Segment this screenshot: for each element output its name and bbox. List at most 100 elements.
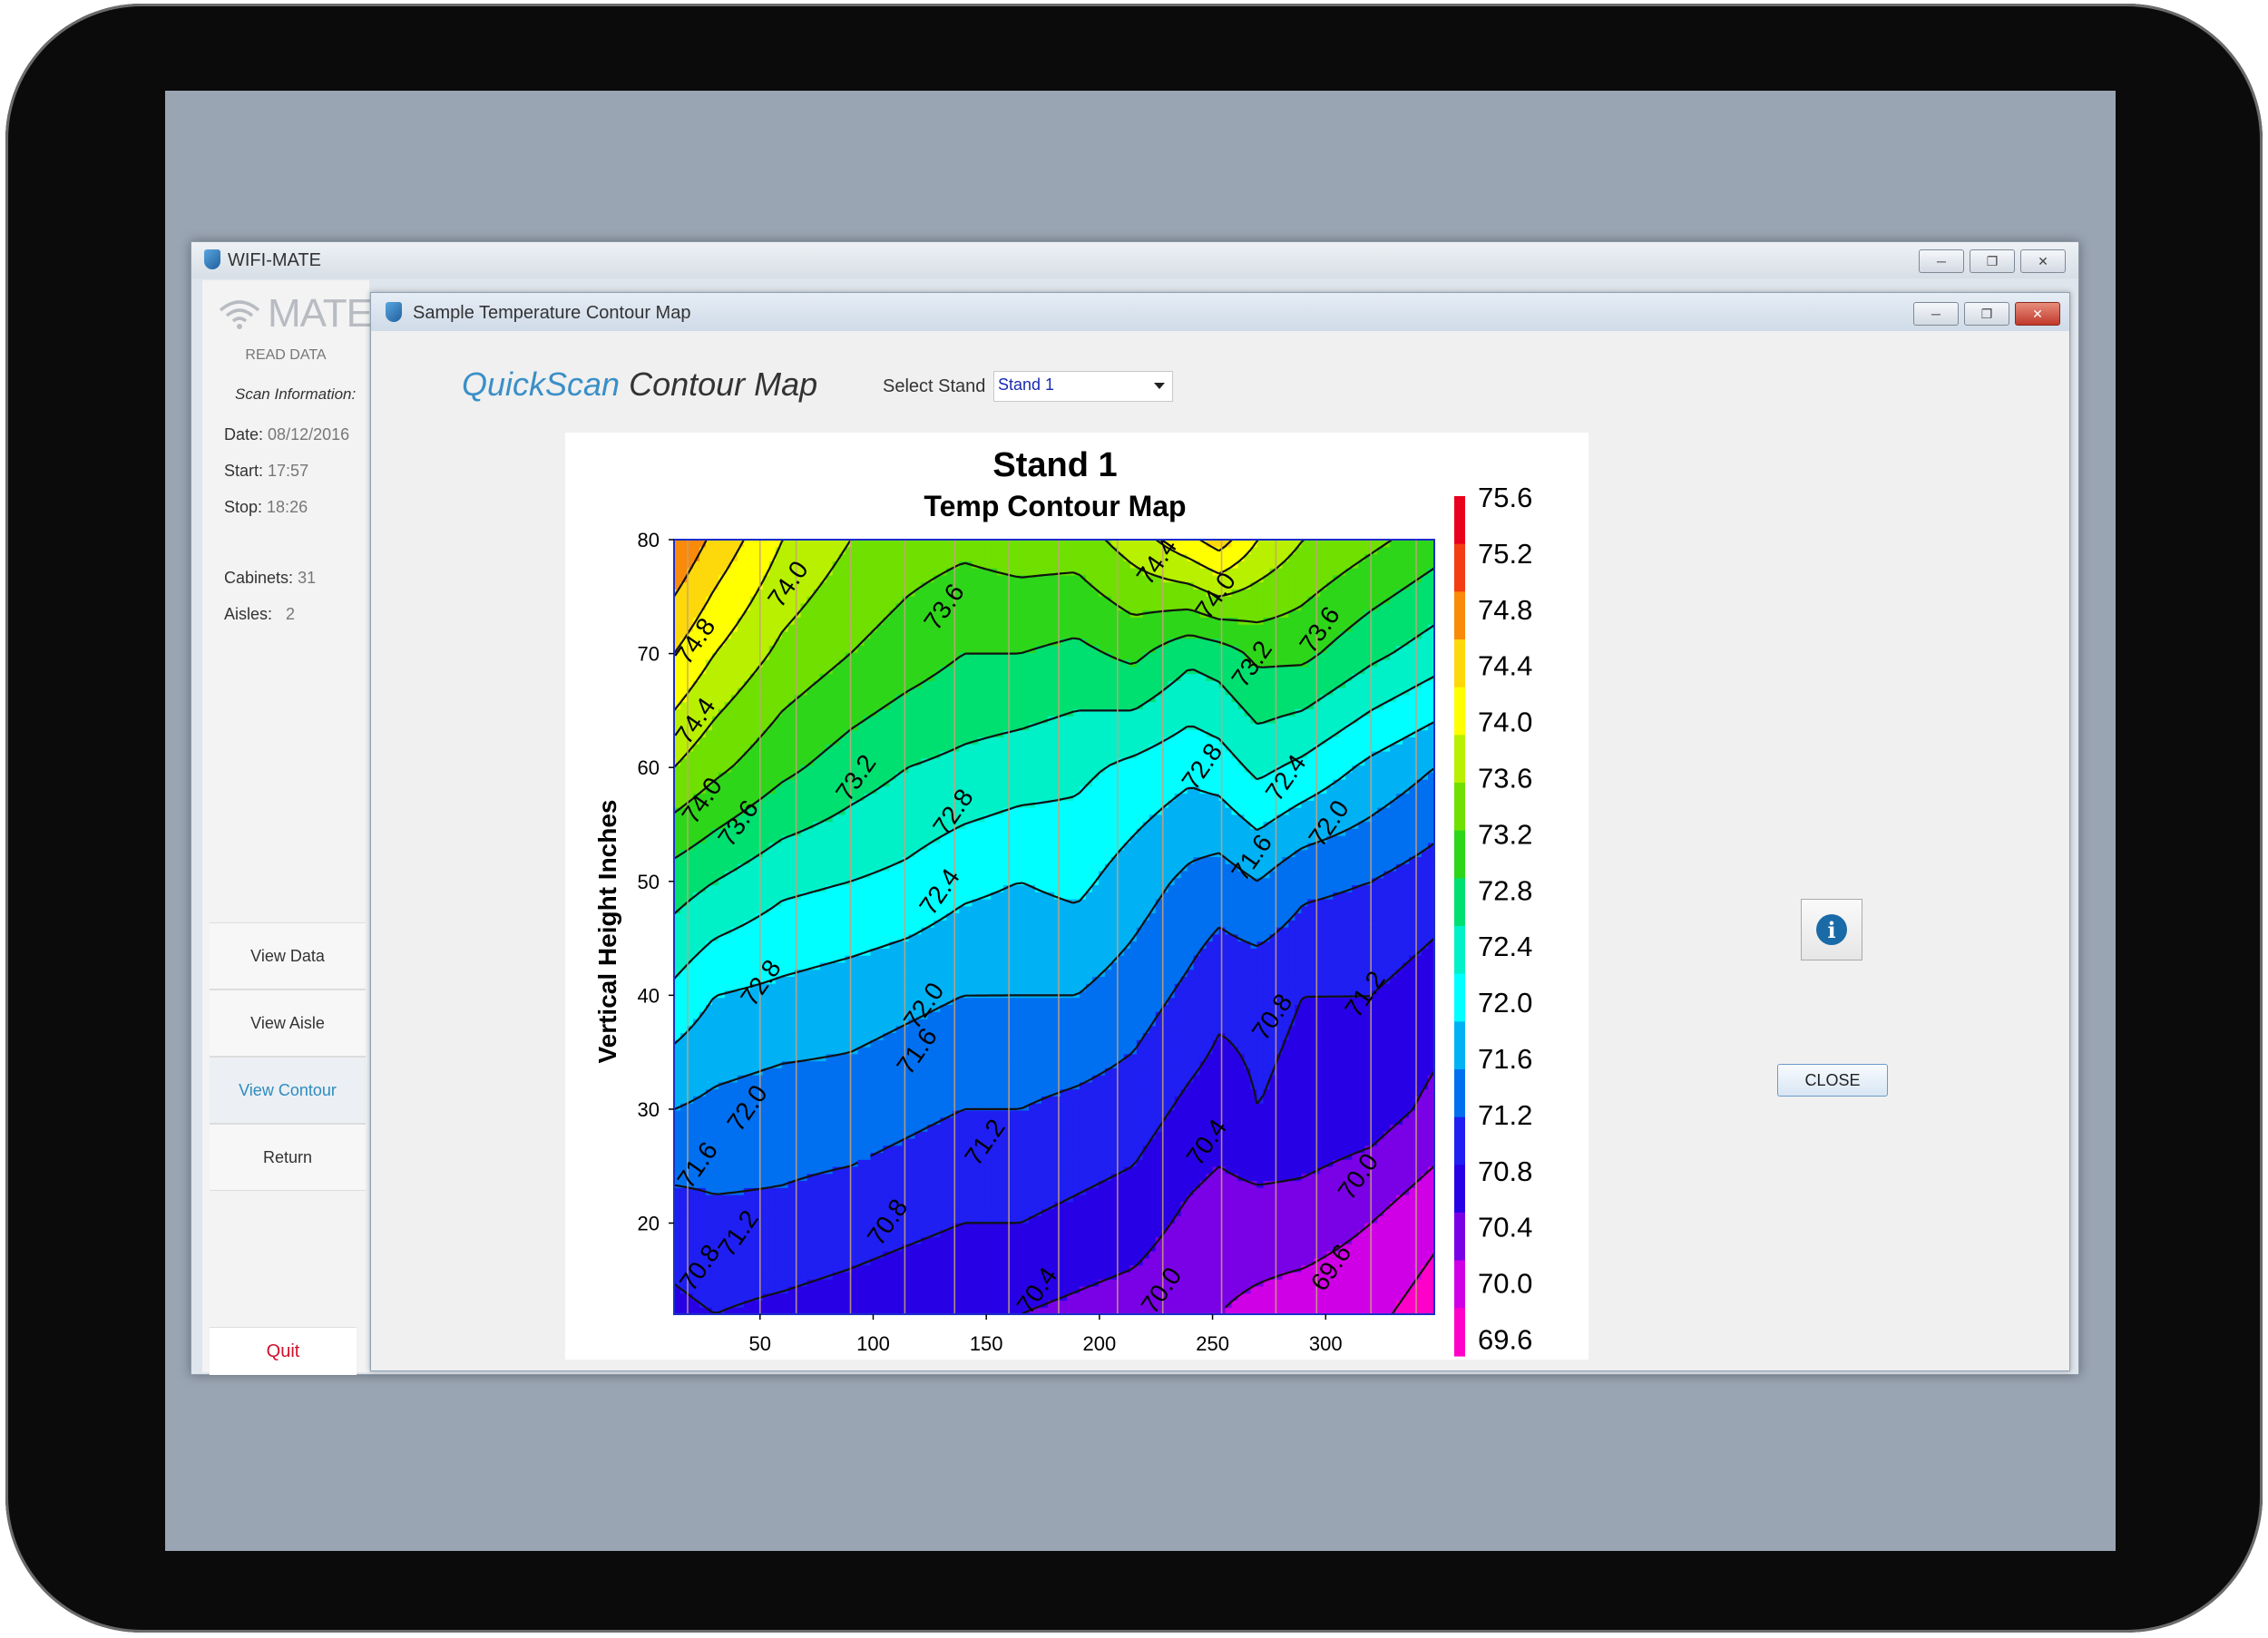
heatmap-cell <box>768 1272 777 1280</box>
heatmap-cell <box>838 1194 846 1203</box>
heatmap-cell <box>927 1264 934 1273</box>
heatmap-cell <box>870 1279 878 1287</box>
close-window-button[interactable]: ✕ <box>2015 302 2060 326</box>
heatmap-cell <box>972 1116 979 1125</box>
heatmap-cell <box>851 1032 859 1040</box>
heatmap-cell <box>1136 1116 1144 1125</box>
heatmap-cell <box>876 1187 885 1195</box>
heatmap-cell <box>838 1096 846 1104</box>
heatmap-cell <box>940 1103 947 1111</box>
maximize-button[interactable]: ❐ <box>1970 249 2015 273</box>
heatmap-cell <box>997 1165 1004 1175</box>
heatmap-cell <box>1022 1060 1030 1068</box>
heatmap-cell <box>1288 1194 1295 1203</box>
heatmap-cell <box>826 1152 834 1160</box>
heatmap-cell <box>794 1251 802 1259</box>
heatmap-cell <box>1149 1032 1157 1040</box>
heatmap-cell <box>1193 1194 1201 1203</box>
heatmap-cell <box>711 1046 719 1055</box>
heatmap-cell <box>1263 1053 1271 1062</box>
heatmap-cell <box>1307 1137 1315 1146</box>
heatmap-cell <box>1326 1053 1334 1062</box>
inner-titlebar[interactable]: Sample Temperature Contour Map ─ ❐ ✕ <box>371 293 2069 331</box>
minimize-button[interactable]: ─ <box>1913 302 1959 326</box>
view-aisle-button[interactable]: View Aisle <box>210 990 366 1057</box>
heatmap-cell <box>972 1243 979 1252</box>
heatmap-cell <box>1218 1053 1227 1062</box>
heatmap-cell <box>718 1264 726 1273</box>
heatmap-cell <box>1403 1039 1410 1048</box>
heatmap-cell <box>1288 1081 1295 1090</box>
close-window-button[interactable]: ✕ <box>2020 249 2066 273</box>
heatmap-cell <box>743 1165 751 1175</box>
heatmap-cell <box>1187 1223 1195 1231</box>
heatmap-cell <box>1085 1251 1093 1259</box>
heatmap-cell <box>1314 1187 1321 1195</box>
heatmap-cell <box>705 1046 713 1055</box>
heatmap-cell <box>1054 1187 1061 1195</box>
heatmap-cell <box>1072 1173 1080 1182</box>
heatmap-cell <box>1035 1039 1042 1048</box>
stand-select[interactable]: Stand 1 <box>993 371 1173 402</box>
heatmap-cell <box>889 1046 897 1055</box>
heatmap-cell <box>1326 1223 1334 1231</box>
heatmap-cell <box>1282 1103 1289 1111</box>
heatmap-cell <box>1276 1068 1283 1076</box>
heatmap-cell <box>718 1201 726 1210</box>
heatmap-cell <box>800 1165 808 1175</box>
view-contour-button[interactable]: View Contour <box>210 1057 366 1124</box>
heatmap-cell <box>1326 1116 1334 1125</box>
heatmap-cell <box>1079 1159 1087 1167</box>
heatmap-cell <box>699 1053 707 1062</box>
heatmap-cell <box>1193 1272 1201 1280</box>
heatmap-cell <box>1231 1279 1239 1287</box>
heatmap-cell <box>864 1068 872 1076</box>
view-data-button[interactable]: View Data <box>210 922 366 990</box>
heatmap-cell <box>1098 1208 1106 1216</box>
heatmap-cell <box>1276 1109 1283 1118</box>
heatmap-cell <box>997 1159 1004 1167</box>
outer-titlebar[interactable]: WIFI-MATE ─ ❐ ✕ <box>191 242 2078 278</box>
heatmap-cell <box>1117 1215 1125 1224</box>
heatmap-cell <box>1352 1272 1359 1280</box>
heatmap-cell <box>1060 1060 1068 1068</box>
heatmap-cell <box>1168 1068 1176 1076</box>
heatmap-cell <box>787 1137 796 1146</box>
minimize-button[interactable]: ─ <box>1919 249 1964 273</box>
return-button[interactable]: Return <box>210 1124 366 1191</box>
heatmap-cell <box>1035 1251 1042 1259</box>
maximize-button[interactable]: ❐ <box>1964 302 2009 326</box>
heatmap-cell <box>1016 1124 1023 1132</box>
heatmap-cell <box>1212 1053 1220 1062</box>
heatmap-cell <box>1225 1194 1233 1203</box>
heatmap-cell <box>895 1096 903 1104</box>
heatmap-cell <box>934 1292 941 1302</box>
heatmap-cell <box>826 1300 834 1308</box>
heatmap-cell <box>1142 1215 1150 1224</box>
heatmap-cell <box>959 1173 966 1182</box>
heatmap-cell <box>1390 1053 1397 1062</box>
heatmap-cell <box>1142 1075 1150 1083</box>
heatmap-cell <box>1072 1236 1080 1244</box>
heatmap-cell <box>1307 1046 1315 1055</box>
heatmap-cell <box>832 1039 840 1048</box>
heatmap-cell <box>1048 1236 1055 1244</box>
heatmap-cell <box>1396 1096 1403 1104</box>
heatmap-cell <box>1358 1272 1365 1280</box>
heatmap-cell <box>1390 1145 1397 1154</box>
heatmap-cell <box>1218 1194 1227 1203</box>
heatmap-cell <box>832 1081 840 1090</box>
heatmap-cell <box>1149 1251 1157 1259</box>
heatmap-cell <box>997 1236 1004 1244</box>
heatmap-cell <box>705 1053 713 1062</box>
heatmap-cell <box>1180 1208 1188 1216</box>
heatmap-cell <box>787 1088 796 1097</box>
heatmap-cell <box>737 1025 745 1034</box>
quit-button[interactable]: Quit <box>210 1327 357 1375</box>
heatmap-cell <box>978 1046 985 1055</box>
heatmap-cell <box>946 1103 953 1111</box>
heatmap-cell <box>1117 1032 1125 1040</box>
heatmap-cell <box>794 1025 802 1034</box>
heatmap-cell <box>1079 1215 1087 1224</box>
heatmap-cell <box>1193 1285 1201 1294</box>
